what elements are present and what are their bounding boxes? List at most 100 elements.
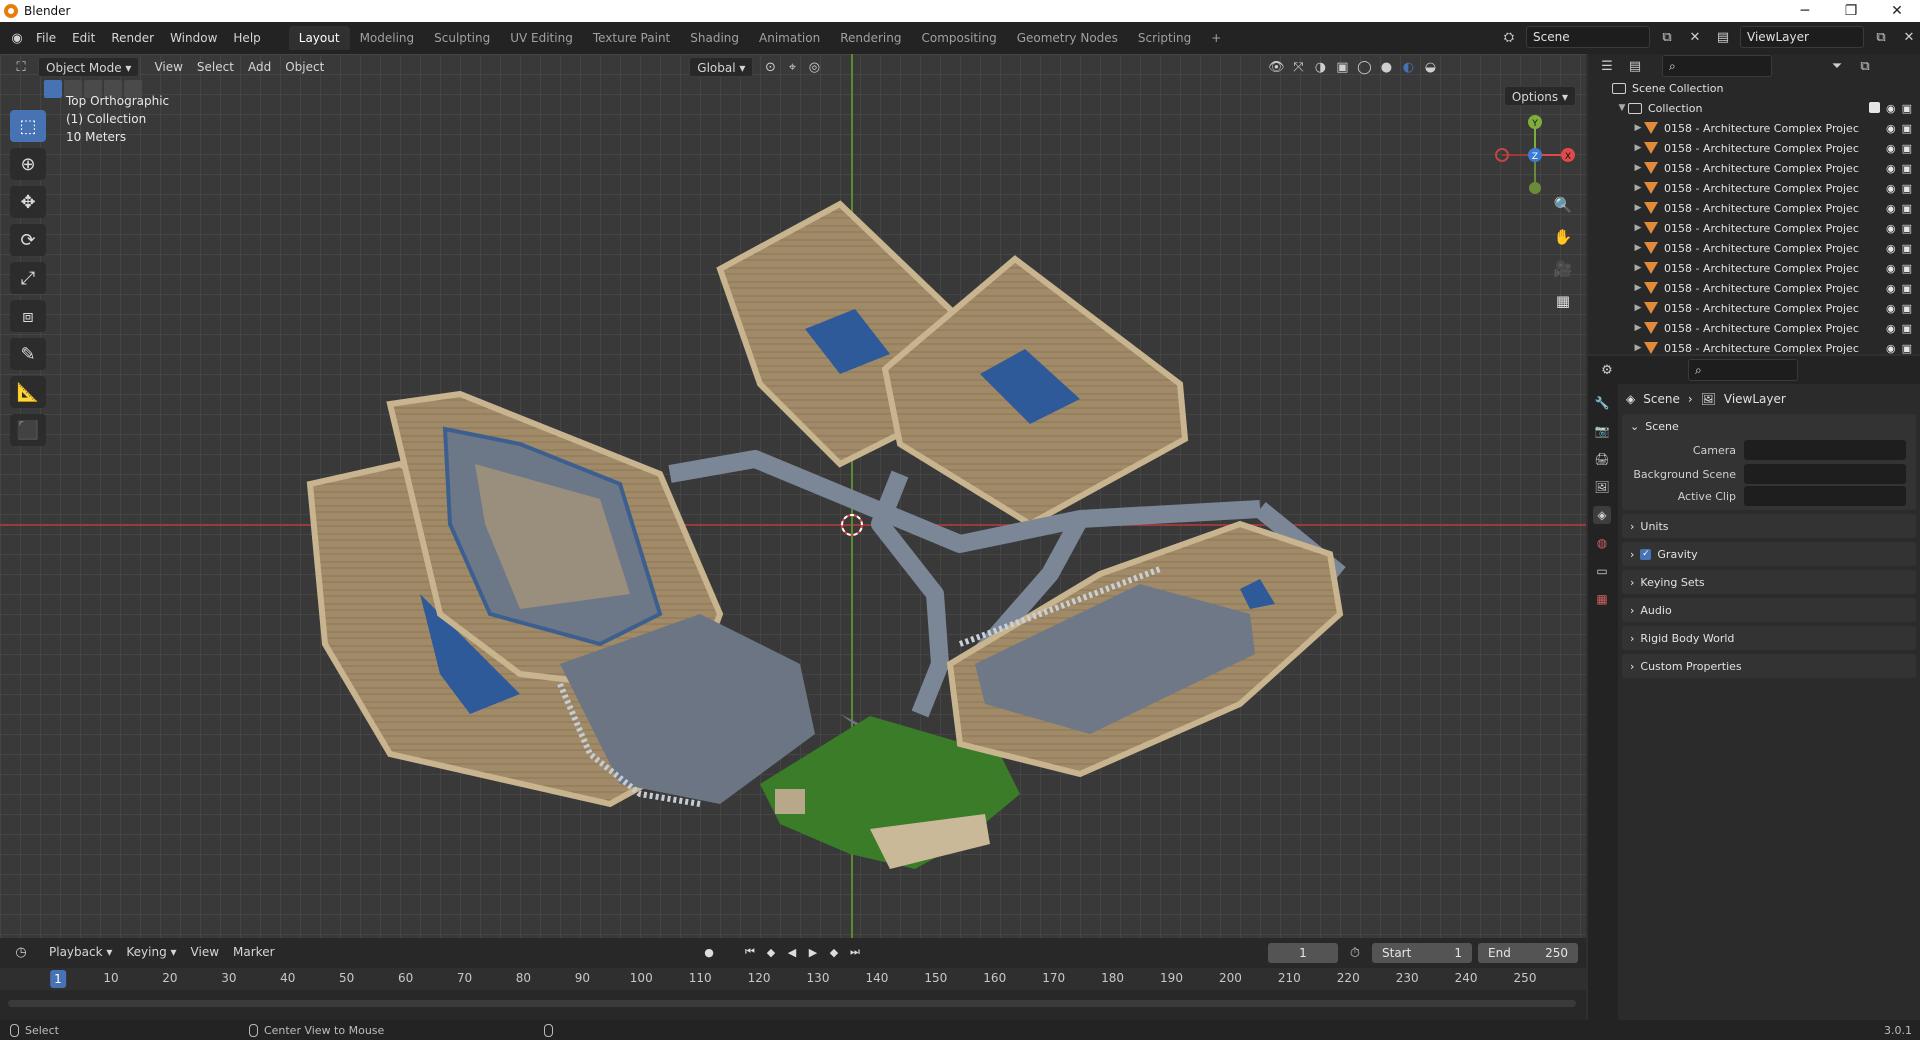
tab-layout[interactable]: Layout [288,26,350,50]
outliner-object-row[interactable]: ▶ 0158 - Architecture Complex Projec ◉ ▣ [1588,158,1920,178]
outliner-editor-type-icon[interactable]: ☰ [1596,55,1618,77]
new-scene-icon[interactable]: ⧉ [1656,26,1678,48]
editor-type-icon[interactable]: ⛶ [10,56,32,78]
menu-help[interactable]: Help [225,27,268,49]
select-box-tool-icon[interactable]: ⬚ [10,110,46,142]
transform-tool-icon[interactable]: ⧈ [10,300,46,332]
filter-icon[interactable]: ⏷ [1826,55,1848,77]
outliner-search-input[interactable]: ⌕ [1662,55,1772,77]
collection-tab-icon[interactable]: ▭ [1593,562,1611,580]
expand-triangle-icon[interactable]: ▶ [1632,123,1644,133]
shading-wireframe-icon[interactable]: ◯ [1353,56,1375,78]
architecture-model[interactable] [0,54,1586,938]
expand-triangle-icon[interactable]: ▶ [1632,303,1644,313]
navigation-gizmo[interactable]: Y X Z [1490,110,1580,200]
menu-render[interactable]: Render [103,27,162,49]
menu-marker[interactable]: Marker [226,942,281,962]
current-frame-marker[interactable]: 1 [50,970,66,988]
camera-icon[interactable]: ▣ [1902,242,1912,255]
camera-field[interactable] [1744,440,1906,460]
tab-texture-paint[interactable]: Texture Paint [583,26,680,50]
expand-triangle-icon[interactable]: ▶ [1632,143,1644,153]
expand-triangle-icon[interactable]: ▶ [1632,223,1644,233]
remove-view-layer-icon[interactable]: ✕ [1898,26,1920,48]
outliner-object-row[interactable]: ▶ 0158 - Architecture Complex Projec ◉ ▣ [1588,178,1920,198]
view-layer-field[interactable]: ViewLayer [1740,26,1864,48]
end-frame-field[interactable]: End 250 [1478,943,1578,963]
pivot-point-icon[interactable]: ⊙ [759,56,781,78]
jump-end-icon[interactable]: ⏭ [846,942,864,962]
next-keyframe-icon[interactable]: ◆ [825,942,843,962]
gizmo-neg-y[interactable] [1529,182,1541,194]
options-dropdown[interactable]: Options ▾ [1503,86,1576,106]
remove-scene-icon[interactable]: ✕ [1684,26,1706,48]
start-frame-field[interactable]: Start 1 [1372,943,1472,963]
tab-animation[interactable]: Animation [749,26,830,50]
scale-tool-icon[interactable]: ⤢ [10,262,46,294]
tool-tab-icon[interactable]: 🔧 [1593,394,1611,412]
tab-geometry-nodes[interactable]: Geometry Nodes [1007,26,1128,50]
expand-triangle-icon[interactable]: ▶ [1632,263,1644,273]
view-layer-selector-icon[interactable]: ▤ [1712,26,1734,48]
maximize-button[interactable]: ❐ [1828,0,1874,22]
menu-keying[interactable]: Keying ▾ [119,942,183,962]
camera-icon[interactable]: ▣ [1902,102,1912,115]
eye-icon[interactable]: ◉ [1886,262,1896,275]
gravity-checkbox[interactable]: ✓ [1640,548,1652,560]
display-mode-icon[interactable]: ▤ [1624,55,1646,77]
close-button[interactable]: ✕ [1874,0,1920,22]
shading-rendered-icon[interactable]: ◒ [1419,56,1441,78]
select-new-icon[interactable] [44,80,62,98]
overlays-icon[interactable]: ◑ [1309,56,1331,78]
jump-start-icon[interactable]: ⏮ [741,942,759,962]
new-collection-icon[interactable]: ⧉ [1854,55,1876,77]
background-scene-field[interactable] [1744,464,1906,484]
expand-triangle-icon[interactable]: ▶ [1632,183,1644,193]
scene-collection-row[interactable]: Scene Collection [1588,78,1920,98]
menu-add[interactable]: Add [241,57,278,77]
outliner-object-row[interactable]: ▶ 0158 - Architecture Complex Projec ◉ ▣ [1588,198,1920,218]
play-reverse-icon[interactable]: ◀ [783,942,801,962]
audio-panel[interactable]: › Audio [1622,598,1916,622]
view-layer-tab-icon[interactable]: 🖼 [1593,478,1611,496]
move-tool-icon[interactable]: ✥ [10,186,46,218]
texture-tab-icon[interactable]: ▦ [1593,590,1611,608]
eye-icon[interactable]: ◉ [1886,142,1896,155]
eye-icon[interactable]: ◉ [1886,162,1896,175]
eye-icon[interactable]: ◉ [1886,182,1896,195]
current-frame-field[interactable]: 1 [1268,943,1338,963]
render-tab-icon[interactable]: 📷 [1593,422,1611,440]
tab-modeling[interactable]: Modeling [350,26,425,50]
rigid-body-world-panel[interactable]: › Rigid Body World [1622,626,1916,650]
minimize-button[interactable]: ─ [1782,0,1828,22]
tab-shading[interactable]: Shading [680,26,749,50]
eye-icon[interactable]: ◉ [1886,102,1896,115]
outliner-object-row[interactable]: ▶ 0158 - Architecture Complex Projec ◉ ▣ [1588,258,1920,278]
menu-view[interactable]: View [147,57,189,77]
menu-window[interactable]: Window [162,27,225,49]
outliner-object-row[interactable]: ▶ 0158 - Architecture Complex Projec ◉ ▣ [1588,218,1920,238]
eye-icon[interactable]: ◉ [1886,242,1896,255]
world-tab-icon[interactable]: ◍ [1593,534,1611,552]
visibility-icon[interactable]: 👁 [1265,56,1287,78]
camera-icon[interactable]: ▣ [1902,282,1912,295]
eye-icon[interactable]: ◉ [1886,302,1896,315]
camera-icon[interactable]: ▣ [1902,142,1912,155]
preview-range-icon[interactable]: ⏱ [1344,942,1366,964]
gravity-panel[interactable]: › ✓ Gravity [1622,542,1916,566]
outliner-object-row[interactable]: ▶ 0158 - Architecture Complex Projec ◉ ▣ [1588,298,1920,318]
gizmo-toggle-icon[interactable]: ⤧ [1287,56,1309,78]
eye-icon[interactable]: ◉ [1886,342,1896,355]
outliner-object-row[interactable]: ▶ 0158 - Architecture Complex Projec ◉ ▣ [1588,338,1920,358]
prev-keyframe-icon[interactable]: ◆ [762,942,780,962]
outliner-object-row[interactable]: ▶ 0158 - Architecture Complex Projec ◉ ▣ [1588,238,1920,258]
camera-icon[interactable]: ▣ [1902,182,1912,195]
timeline-scrollbar[interactable] [8,1000,1576,1007]
custom-properties-panel[interactable]: › Custom Properties [1622,654,1916,678]
snap-icon[interactable]: ⌖ [781,56,803,78]
menu-edit[interactable]: Edit [64,27,103,49]
xray-icon[interactable]: ▣ [1331,56,1353,78]
frame-ruler[interactable]: 1 10 20 30 40 50 60 70 80 90 100 110 120 130 140 150 160… [0,968,1586,990]
camera-icon[interactable]: ▣ [1902,222,1912,235]
tab-scripting[interactable]: Scripting [1128,26,1201,50]
